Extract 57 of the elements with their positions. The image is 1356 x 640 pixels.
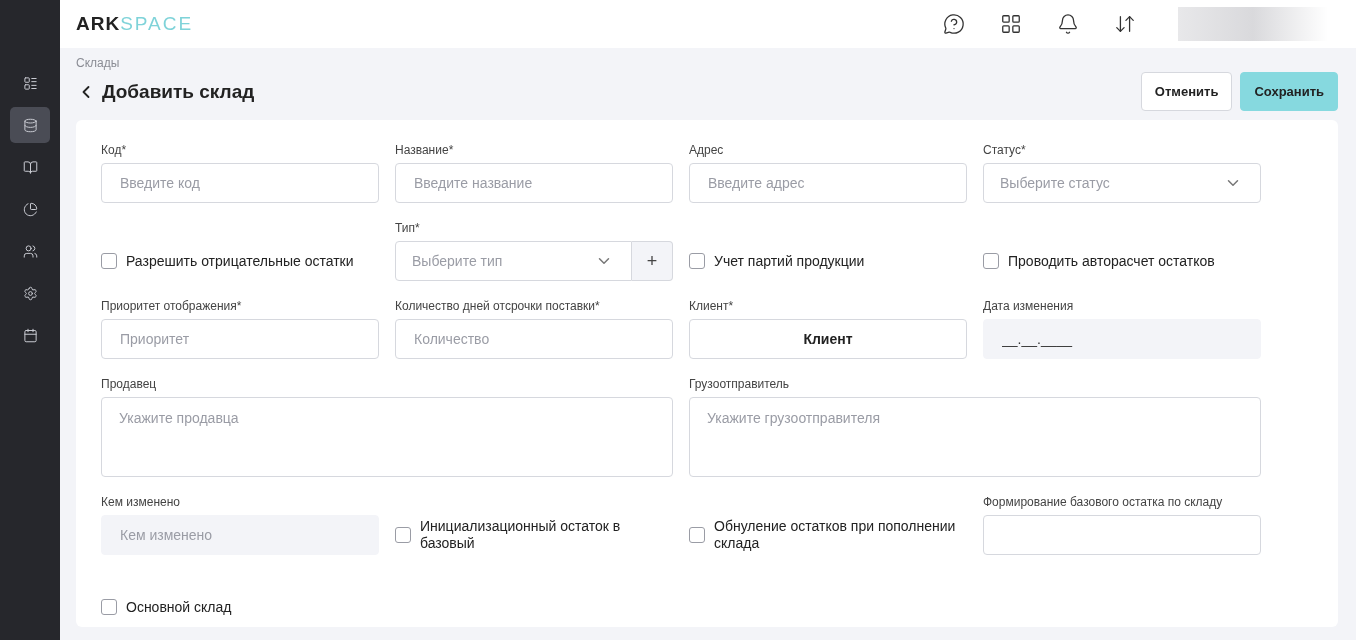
help-chat-icon (943, 13, 965, 35)
textarea-field[interactable]: Укажите грузоотправителя (689, 397, 1261, 477)
field-label: Код* (101, 143, 128, 157)
field-label: Количество дней отсрочки поставки* (395, 299, 601, 313)
sidebar-item[interactable] (10, 107, 50, 143)
checkbox-label: Разрешить отрицательные остатки (126, 252, 354, 270)
settings-icon (22, 285, 38, 301)
field-label: Название* (395, 143, 455, 157)
readonly-field[interactable]: __.__.____ (983, 319, 1261, 359)
checkbox-label: Инициализационный остаток в базовый (420, 518, 622, 552)
users-icon (22, 243, 38, 259)
field-label: Приоритет отображения* (101, 299, 243, 313)
checkbox[interactable] (101, 599, 117, 615)
apps-grid-button[interactable] (1000, 13, 1022, 35)
textarea-field[interactable]: Укажите продавца (101, 397, 673, 477)
text-input-field[interactable]: Введите название (395, 163, 673, 203)
text-input-field[interactable] (983, 515, 1261, 555)
database-icon (22, 117, 38, 133)
field-label: Клиент* (689, 299, 735, 313)
field-label: Формирование базового остатка по складу (983, 495, 1224, 509)
checkbox-label: Обнуление остатков при пополнении склада (714, 518, 957, 552)
field-label: Статус* (983, 143, 1027, 157)
app-logo: ARKSPACE (76, 13, 194, 35)
field-label: Тип* (395, 221, 421, 235)
checkbox[interactable] (983, 253, 999, 269)
apps-grid-icon (1000, 13, 1022, 35)
up-down-arrows-icon (1114, 13, 1136, 35)
field-label: Продавец (101, 377, 158, 391)
book-icon (22, 159, 38, 175)
checkbox-label: Учет партий продукции (714, 252, 865, 270)
checkbox[interactable] (395, 527, 411, 543)
checkbox[interactable] (689, 253, 705, 269)
client-button[interactable]: Клиент (689, 319, 967, 359)
add-button[interactable]: + (632, 241, 673, 281)
field-label: Кем изменено (101, 495, 181, 509)
field-label: Дата изменения (983, 299, 1075, 313)
bell-icon (1057, 13, 1079, 35)
checkbox[interactable] (101, 253, 117, 269)
checkbox-label: Основной склад (126, 598, 232, 616)
calendar-icon (22, 327, 38, 343)
checkbox[interactable] (689, 527, 705, 543)
cancel-button[interactable]: Отменить (1140, 72, 1233, 111)
checkbox-label: Проводить авторасчет остатков (1008, 252, 1215, 270)
list-layout-icon (22, 75, 38, 91)
field-label: Адрес (689, 143, 725, 157)
save-button[interactable]: Сохранить (1240, 72, 1338, 111)
pie-chart-icon (22, 201, 38, 217)
help-chat-button[interactable] (943, 13, 965, 35)
text-input-field[interactable]: Количество (395, 319, 673, 359)
text-input-field[interactable]: Приоритет (101, 319, 379, 359)
up-down-arrows-button[interactable] (1114, 13, 1136, 35)
text-input-field[interactable]: Введите адрес (689, 163, 967, 203)
field-label: Грузоотправитель (689, 377, 791, 391)
bell-button[interactable] (1057, 13, 1079, 35)
text-input-field[interactable]: Введите код (101, 163, 379, 203)
readonly-field[interactable]: Кем изменено (101, 515, 379, 555)
page-title: Добавить склад (102, 80, 255, 103)
